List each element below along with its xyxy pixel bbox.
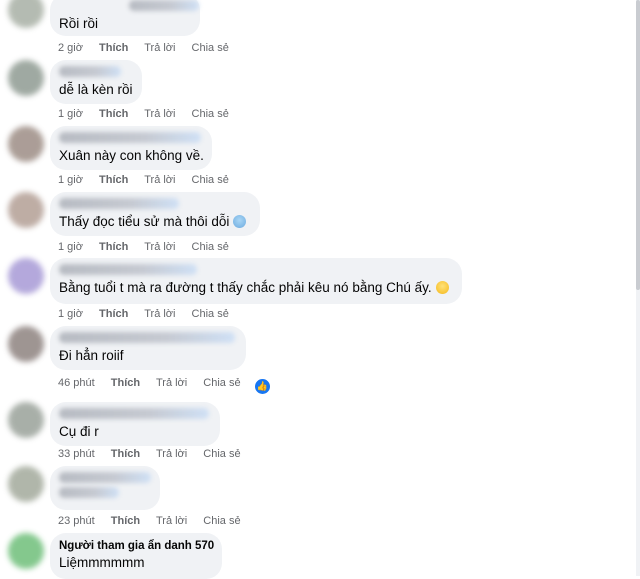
blurred-author-name[interactable]	[59, 408, 209, 419]
reply-button[interactable]: Trả lời	[156, 377, 187, 389]
avatar[interactable]	[8, 402, 44, 438]
reply-button[interactable]: Trả lời	[144, 174, 175, 186]
share-button[interactable]: Chia sẻ	[192, 42, 229, 54]
like-button[interactable]: Thích	[111, 377, 140, 389]
avatar[interactable]	[8, 258, 44, 294]
comment-author[interactable]: Người tham gia ẩn danh 570	[59, 539, 214, 554]
comment-time[interactable]: 1 giờ	[58, 308, 83, 320]
cold-sweat-face-icon	[233, 215, 247, 228]
comment-text: Bằng tuổi t mà ra đường t thấy chắc phải…	[59, 279, 452, 297]
reply-button[interactable]: Trả lời	[144, 42, 175, 54]
share-button[interactable]: Chia sẻ	[203, 515, 240, 527]
comment-time[interactable]: 1 giờ	[58, 108, 83, 120]
like-button[interactable]: Thích	[99, 174, 128, 186]
like-button[interactable]: Thích	[111, 448, 140, 460]
blurred-author-name[interactable]	[59, 66, 121, 77]
like-button[interactable]: Thích	[99, 241, 128, 253]
like-button[interactable]: Thích	[99, 308, 128, 320]
avatar[interactable]	[8, 326, 44, 362]
comment-text: Cụ đi r	[59, 424, 99, 439]
blurred-comment-content	[59, 487, 119, 498]
comment-text: Rồi rồi	[59, 16, 99, 31]
comment-bubble: Cụ đi r	[50, 402, 220, 446]
like-reaction-icon[interactable]: 👍	[254, 379, 270, 394]
share-button[interactable]: Chia sẻ	[192, 308, 229, 320]
reply-button[interactable]: Trả lời	[144, 108, 175, 120]
comment-text: dễ là kèn rồi	[59, 82, 133, 97]
like-button[interactable]: Thích	[111, 515, 140, 527]
avatar[interactable]	[8, 60, 44, 96]
comment-time[interactable]: 1 giờ	[58, 174, 83, 186]
comment-bubble: Xuân này con không về.	[50, 126, 212, 170]
share-button[interactable]: Chia sẻ	[203, 448, 240, 460]
avatar[interactable]	[8, 0, 44, 28]
comment-time[interactable]: 33 phút	[58, 448, 95, 460]
comment-text: Đi hẳn roiif	[59, 348, 124, 363]
scrollbar[interactable]	[636, 0, 640, 576]
blurred-author-name[interactable]	[59, 472, 151, 483]
comment-bubble: Thấy đọc tiểu sử mà thôi dỗi	[50, 192, 260, 236]
comment-bubble: Đi hẳn roiif	[50, 326, 246, 370]
comment-time[interactable]: 1 giờ	[58, 241, 83, 253]
avatar[interactable]	[8, 533, 44, 569]
blurred-author-name[interactable]	[129, 0, 199, 11]
blurred-author-name[interactable]	[59, 332, 235, 343]
reply-button[interactable]: Trả lời	[156, 515, 187, 527]
comment-bubble	[50, 466, 160, 510]
comment-actions: 1 giờ Thích Trả lời Chia sẻ	[58, 308, 242, 320]
share-button[interactable]: Chia sẻ	[192, 108, 229, 120]
comment-text: Thấy đọc tiểu sử mà thôi dỗi	[59, 213, 250, 231]
comment-time[interactable]: 2 giờ	[58, 42, 83, 54]
comment-actions: 1 giờ Thích Trả lời Chia sẻ	[58, 108, 242, 120]
blurred-author-name[interactable]	[59, 132, 201, 143]
avatar[interactable]	[8, 466, 44, 502]
reply-button[interactable]: Trả lời	[144, 308, 175, 320]
reply-button[interactable]: Trả lời	[156, 448, 187, 460]
comment-time[interactable]: 46 phút	[58, 377, 95, 389]
share-button[interactable]: Chia sẻ	[192, 241, 229, 253]
comment-bubble: dễ là kèn rồi	[50, 60, 142, 104]
avatar[interactable]	[8, 192, 44, 228]
comment-text: Xuân này con không về.	[59, 148, 204, 163]
avatar[interactable]	[8, 126, 44, 162]
comment-bubble: Người tham gia ẩn danh 570 Liệmmmmmm	[50, 533, 222, 579]
grinning-sweat-face-icon	[435, 281, 449, 294]
comment-actions: 2 giờ Thích Trả lời Chia sẻ	[58, 42, 242, 54]
comment-bubble: Rồi rồi	[50, 0, 200, 36]
blurred-author-name[interactable]	[59, 198, 179, 209]
comment-actions: 1 giờ Thích Trả lời Chia sẻ	[58, 174, 242, 186]
comment-actions: 33 phút Thích Trả lời Chia sẻ	[58, 448, 254, 460]
like-button[interactable]: Thích	[99, 108, 128, 120]
scrollbar-thumb[interactable]	[636, 0, 640, 290]
comment-text: Liệmmmmmm	[59, 555, 145, 570]
comment-actions: 1 giờ Thích Trả lời Chia sẻ	[58, 241, 242, 253]
comment-actions: 46 phút Thích Trả lời Chia sẻ 👍	[58, 377, 283, 394]
like-button[interactable]: Thích	[99, 42, 128, 54]
blurred-author-name[interactable]	[59, 264, 197, 275]
comment-time[interactable]: 23 phút	[58, 515, 95, 527]
share-button[interactable]: Chia sẻ	[203, 377, 240, 389]
reply-button[interactable]: Trả lời	[144, 241, 175, 253]
comment-actions: 23 phút Thích Trả lời Chia sẻ	[58, 515, 254, 527]
comment-bubble: Bằng tuổi t mà ra đường t thấy chắc phải…	[50, 258, 462, 304]
share-button[interactable]: Chia sẻ	[192, 174, 229, 186]
